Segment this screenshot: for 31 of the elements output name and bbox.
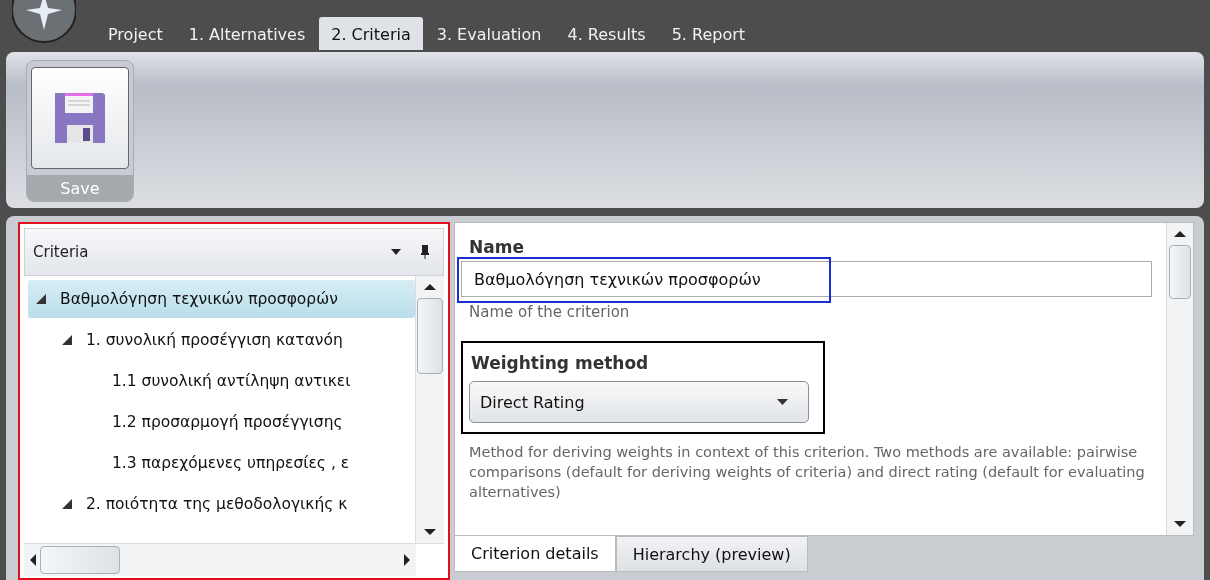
tab[interactable]: 2. Criteria — [319, 17, 423, 50]
tree-item[interactable]: 1.3 παρεχόμενες υπηρεσίες , ε — [28, 444, 415, 482]
tab[interactable]: 1. Alternatives — [176, 17, 318, 50]
field-hint: Method for deriving weights in context of this criterion. Two methods are available: pairwise comparisons (default for deriving weights of criteria) and direct rating (default for evaluating alternatives) — [469, 443, 1146, 502]
tab[interactable]: Project — [96, 17, 175, 50]
tab[interactable]: 3. Evaluation — [424, 17, 554, 50]
vertical-scrollbar[interactable] — [1166, 223, 1193, 535]
tab[interactable]: 5. Report — [659, 17, 757, 50]
dropdown-caret-icon — [777, 399, 788, 405]
field-label: Name — [469, 237, 525, 257]
tab[interactable]: Hierarchy (preview) — [615, 536, 808, 572]
field-label: Weighting method — [471, 353, 650, 373]
tab[interactable]: Criterion details — [454, 536, 616, 572]
panel-title: Criteria — [33, 243, 90, 261]
dropdown-caret-icon[interactable] — [391, 249, 401, 255]
tree-item[interactable]: 1. συνολική προσέγγιση κατανόη — [28, 321, 415, 359]
app-logo-icon[interactable] — [12, 0, 76, 44]
tree-item[interactable]: Βαθμολόγηση τεχνικών προσφορών — [28, 280, 415, 318]
pin-icon[interactable] — [421, 245, 429, 259]
method-dropdown[interactable]: Direct Rating — [469, 381, 809, 423]
field-hint: Name of the criterion — [469, 303, 631, 321]
tree-item[interactable]: 2. ποιότητα της μεθοδολογικής κ — [28, 485, 415, 523]
tree-item[interactable]: 1.2 προσαρμογή προσέγγισης — [28, 403, 415, 441]
tree-item[interactable]: 1.1 συνολική αντίληψη αντικει — [28, 362, 415, 400]
vertical-scrollbar[interactable] — [415, 276, 444, 543]
name-field[interactable]: Βαθμολόγηση τεχνικών προσφορών — [461, 261, 1152, 297]
tab[interactable]: 4. Results — [555, 17, 658, 50]
expand-arrow-icon[interactable] — [36, 294, 46, 304]
expand-arrow-icon[interactable] — [62, 335, 72, 345]
expand-arrow-icon[interactable] — [62, 499, 72, 509]
horizontal-scrollbar[interactable] — [24, 544, 416, 576]
